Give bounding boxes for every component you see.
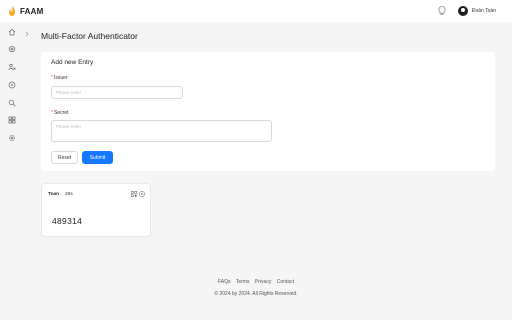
form-title: Add new Entry bbox=[51, 59, 94, 66]
users-icon bbox=[8, 64, 16, 71]
avatar[interactable] bbox=[457, 6, 468, 16]
secret-label: *Secret bbox=[51, 110, 69, 116]
sidebar-item-users[interactable] bbox=[7, 62, 17, 72]
footer-link-faqs[interactable]: FAQs bbox=[218, 279, 231, 285]
sidebar-item-circle[interactable] bbox=[7, 80, 17, 90]
otp-entry-card: Toan 26s 489314 bbox=[41, 183, 151, 237]
copyright: © 2024 by 2024. All Rights Reserved. bbox=[214, 291, 298, 297]
page-title: Multi-Factor Authenticator bbox=[41, 31, 138, 41]
issuer-label: *Issuer bbox=[51, 75, 68, 81]
issuer-input[interactable] bbox=[51, 86, 183, 99]
sidebar-item-home[interactable] bbox=[7, 27, 17, 37]
add-entry-card: Add new Entry *Issuer *Secret Reset Subm… bbox=[41, 52, 495, 171]
delete-entry-icon[interactable] bbox=[139, 191, 145, 197]
otp-issuer: Toan bbox=[48, 192, 60, 197]
sidebar-item-preferences[interactable] bbox=[7, 133, 17, 143]
sidebar bbox=[0, 22, 24, 320]
home-icon bbox=[8, 28, 16, 36]
reset-button[interactable]: Reset bbox=[51, 151, 78, 164]
user-name[interactable]: Đoàn Toàn bbox=[472, 8, 496, 14]
sidebar-item-settings[interactable] bbox=[7, 44, 17, 54]
top-right-actions: Đoàn Toàn bbox=[436, 5, 496, 17]
footer-links: FAQs Terms Privacy Contact bbox=[0, 279, 512, 285]
otp-code[interactable]: 489314 bbox=[52, 216, 82, 226]
qr-code-icon[interactable] bbox=[131, 191, 137, 197]
logo-icon bbox=[9, 6, 15, 16]
sidebar-item-mfa[interactable] bbox=[7, 115, 17, 125]
brand-name: FAAM bbox=[20, 6, 44, 16]
sidebar-item-search[interactable] bbox=[7, 98, 17, 108]
footer-link-privacy[interactable]: Privacy bbox=[255, 279, 271, 285]
otp-timer: 26s bbox=[65, 192, 73, 197]
secret-input[interactable] bbox=[51, 120, 272, 142]
grid-icon bbox=[8, 116, 16, 124]
lightbulb-icon[interactable] bbox=[436, 5, 448, 17]
footer-link-contact[interactable]: Contact bbox=[277, 279, 294, 285]
settings-cog-icon bbox=[8, 45, 16, 53]
top-bar: FAAM Đoàn Toàn bbox=[0, 0, 512, 22]
circle-icon bbox=[8, 81, 16, 89]
submit-button[interactable]: Submit bbox=[82, 151, 113, 164]
collapse-sidebar-icon[interactable] bbox=[24, 31, 30, 37]
gear-icon bbox=[9, 135, 15, 141]
footer-link-terms[interactable]: Terms bbox=[236, 279, 250, 285]
logo[interactable]: FAAM bbox=[8, 6, 43, 16]
search-icon bbox=[8, 99, 16, 107]
